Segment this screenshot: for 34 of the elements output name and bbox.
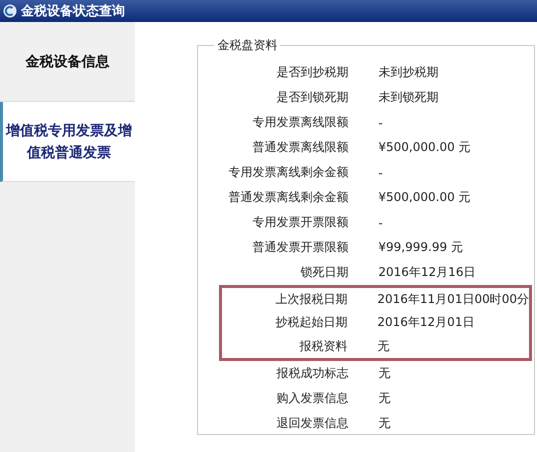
field-label: 是否到抄税期 (275, 64, 348, 81)
field-label: 退回发票信息 (275, 414, 348, 432)
field-label: 购入发票信息 (275, 390, 348, 407)
field-label: 上次报税日期 (274, 291, 348, 308)
field-value: ¥500,000.00 元 (378, 139, 471, 156)
field-value: 未到锁死期 (378, 89, 438, 106)
field-label: 锁死日期 (299, 264, 348, 281)
field-value: 无 (377, 338, 390, 355)
field-label: 普通发票离线限额 (251, 139, 348, 156)
field-label: 普通发票离线剩余金额 (227, 189, 348, 206)
field-value: 无 (378, 390, 390, 407)
window-title: 金税设备状态查询 (21, 3, 125, 20)
field-label: 专用发票开票限额 (251, 214, 348, 231)
field-label: 专用发票离线限额 (251, 114, 348, 131)
field-value: 无 (378, 364, 390, 382)
field-value: 2016年11月01日00时00分 (377, 291, 529, 308)
field-value: 2016年12月16日 (378, 264, 476, 281)
field-value: - (378, 216, 383, 230)
field-value: ¥500,000.00 元 (378, 189, 471, 206)
app-logo-icon (3, 4, 17, 18)
field-label: 专用发票离线剩余金额 (227, 164, 348, 181)
field-value: 无 (378, 414, 390, 432)
field-label: 报税资料 (298, 338, 348, 355)
field-value: 未到抄税期 (378, 64, 438, 81)
field-label: 报税成功标志 (275, 364, 348, 382)
field-value: 2016年12月01日 (377, 314, 474, 332)
field-label: 普通发票开票限额 (251, 239, 348, 256)
field-value: - (378, 116, 383, 130)
field-value: - (378, 166, 383, 180)
field-label: 是否到锁死期 (275, 89, 348, 106)
field-label: 抄税起始日期 (274, 314, 348, 332)
panel-legend: 金税盘资料 (214, 37, 280, 54)
sidebar-tab[interactable]: 增值税专用发票及增值税普通发票 (0, 102, 136, 182)
field-value: ¥99,999.99 元 (378, 239, 463, 256)
